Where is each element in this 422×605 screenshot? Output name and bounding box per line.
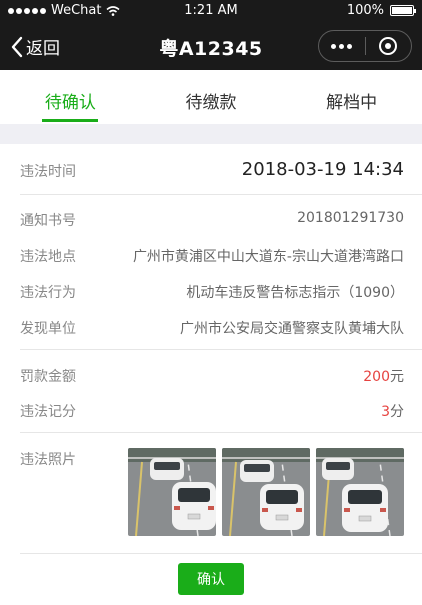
fine-amount-number: 200 [363, 369, 390, 385]
status-tabs: 待确认 待缴款 解档中 [0, 70, 422, 124]
penalty-points-unit: 分 [390, 404, 404, 420]
divider [20, 194, 422, 195]
notice-number-label: 通知书号 [20, 213, 76, 229]
close-miniprogram-button[interactable] [366, 31, 412, 61]
issuing-unit-value: 广州市公安局交通警察支队黄埔大队 [180, 321, 404, 337]
car-photo-icon [316, 448, 404, 536]
violation-photo-label: 违法照片 [20, 452, 76, 468]
violation-act-label: 违法行为 [20, 285, 76, 301]
section-gap [0, 124, 422, 144]
violation-place-label: 违法地点 [20, 249, 76, 265]
car-photo-icon [128, 448, 216, 536]
divider [20, 432, 422, 433]
violation-place-value: 广州市黄浦区中山大道东-宗山大道港湾路口 [132, 249, 404, 265]
battery-percent: 100% [346, 3, 384, 18]
tab-processing[interactable]: 解档中 [281, 70, 422, 124]
tab-pending-payment[interactable]: 待缴款 [141, 70, 282, 124]
issuing-unit-label: 发现单位 [20, 321, 76, 337]
penalty-points-number: 3 [381, 404, 390, 420]
violation-time-value: 2018-03-19 14:34 [241, 159, 404, 180]
status-bar: WeChat 1:21 AM 100% [0, 0, 422, 22]
more-button[interactable] [319, 31, 365, 61]
top-bar: WeChat 1:21 AM 100% 返回 粤A12345 [0, 0, 422, 70]
tab-pending-confirm[interactable]: 待确认 [0, 70, 141, 124]
violation-photos [128, 448, 404, 536]
penalty-points-value: 3分 [381, 401, 404, 421]
violation-act-value: 机动车违反警告标志指示（1090） [186, 285, 404, 301]
violation-photo-3[interactable] [316, 448, 404, 536]
notice-number-value: 201801291730 [297, 210, 404, 226]
car-photo-icon [222, 448, 310, 536]
confirm-button[interactable]: 确认 [178, 563, 244, 595]
fine-amount-value: 200元 [363, 366, 404, 386]
violation-photo-2[interactable] [222, 448, 310, 536]
penalty-points-label: 违法记分 [20, 404, 76, 420]
battery-icon [390, 5, 416, 16]
violation-photo-1[interactable] [128, 448, 216, 536]
fine-amount-unit: 元 [390, 369, 404, 385]
close-circle-icon [379, 37, 398, 55]
status-right: 100% [346, 3, 416, 18]
more-icon [331, 43, 353, 49]
miniprogram-capsule [318, 30, 412, 62]
nav-bar: 返回 粤A12345 [0, 22, 422, 70]
violation-time-label: 违法时间 [20, 164, 76, 180]
divider [20, 553, 422, 554]
divider [20, 349, 422, 350]
fine-amount-label: 罚款金额 [20, 369, 76, 385]
